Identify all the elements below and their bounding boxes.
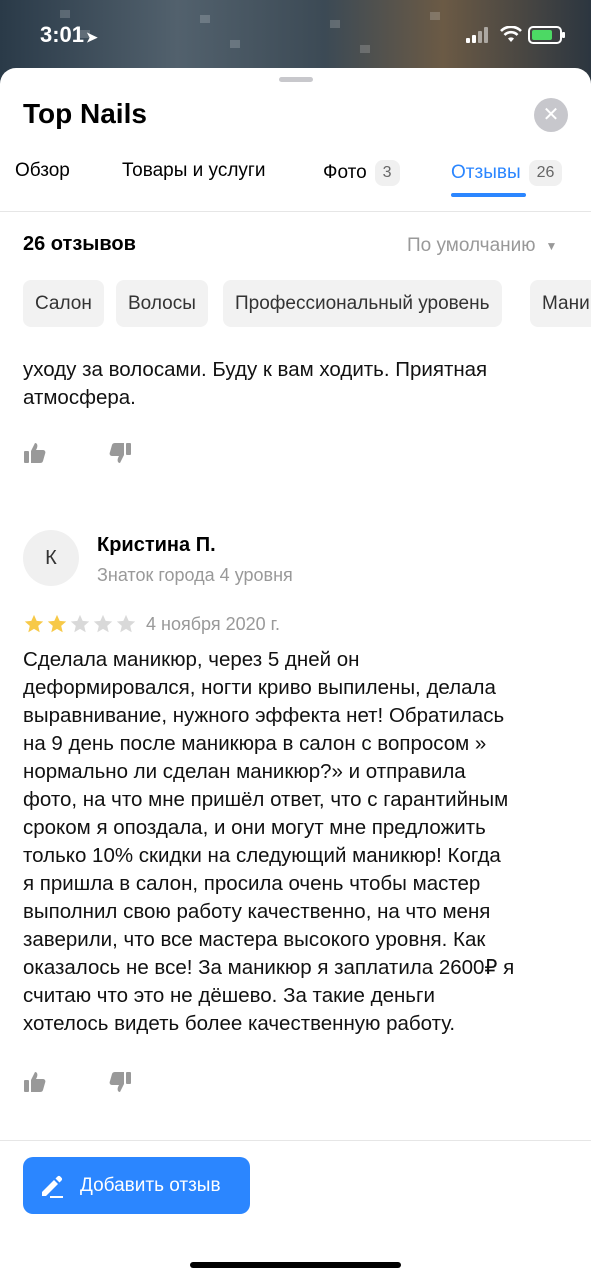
review-line: выравнивание, нужного эффекта нет! Обрат… <box>23 704 505 727</box>
star-empty-icon <box>70 614 90 633</box>
tab-overview[interactable]: Обзор <box>15 160 70 182</box>
author-level: Знаток города 4 уровня <box>97 565 293 585</box>
like-icon[interactable] <box>23 441 47 465</box>
tab-reviews[interactable]: Отзывы 26 <box>451 160 563 186</box>
prev-review-text: уходу за волосами. Буду к вам ходить. Пр… <box>23 356 568 412</box>
close-button[interactable]: ✕ <box>534 98 568 132</box>
review-line: деформировался, ногти криво выпилены, де… <box>23 676 496 699</box>
tab-goods-services[interactable]: Товары и услуги <box>122 160 265 182</box>
chevron-down-icon: ▼ <box>545 238 558 253</box>
wifi-icon <box>500 26 522 42</box>
tab-label: Обзор <box>15 160 70 181</box>
review-line: уходу за волосами. Буду к вам ходить. Пр… <box>23 358 488 381</box>
review-line: сроком я опоздала, и они могут мне предл… <box>23 816 486 839</box>
dislike-icon[interactable] <box>108 441 132 465</box>
review-author[interactable]: Кристина П. <box>97 534 216 557</box>
review-line: нормально ли сделан маникюр?» и отправил… <box>23 760 466 783</box>
review-line: считаю что это не дёшево. За такие деньг… <box>23 984 435 1007</box>
review-line: фото, на что мне пришёл ответ, что с гар… <box>23 788 509 811</box>
review-line: Сделала маникюр, через 5 дней он <box>23 648 360 671</box>
tab-label: Фото <box>323 162 367 183</box>
chip-professional-level[interactable]: Профессиональный уровень <box>223 280 502 327</box>
home-indicator[interactable] <box>190 1262 401 1268</box>
chip-hair[interactable]: Волосы <box>116 280 208 327</box>
add-review-label: Добавить отзыв <box>80 1174 221 1196</box>
tab-label: Товары и услуги <box>122 160 266 181</box>
review-date: 4 ноября 2020 г. <box>146 614 280 634</box>
review-line: я пришла в салон, просила очень чтобы ма… <box>23 872 481 895</box>
active-tab-indicator <box>451 193 526 197</box>
review-line: на 9 день после маникюра в салон с вопро… <box>23 732 487 755</box>
pencil-icon <box>42 1175 63 1198</box>
review-line: хотелось видеть более качественную работ… <box>23 1012 456 1035</box>
avatar[interactable]: К <box>23 530 79 586</box>
sheet-grabber[interactable] <box>279 77 313 82</box>
review-line: заверили, что все мастера высокого уровн… <box>23 928 486 951</box>
tab-photos[interactable]: Фото 3 <box>323 160 400 186</box>
like-icon[interactable] <box>23 1070 47 1094</box>
review-text: Сделала маникюр, через 5 дней он деформи… <box>23 646 568 1038</box>
place-sheet: Top Nails ✕ Обзор Товары и услуги Фото 3… <box>0 68 591 1280</box>
sort-label: По умолчанию <box>407 235 536 256</box>
tab-bar: Обзор Товары и услуги Фото 3 Отзывы 26 <box>0 156 591 212</box>
location-arrow-icon: ➤ <box>86 29 98 45</box>
review-line: атмосфера. <box>23 386 136 409</box>
status-time: 3:01 ➤ <box>40 22 98 47</box>
star-empty-icon <box>116 614 136 633</box>
tab-label: Отзывы <box>451 162 521 183</box>
dislike-icon[interactable] <box>108 1070 132 1094</box>
battery-icon <box>528 26 565 44</box>
tab-count-badge: 3 <box>374 160 400 186</box>
chip-salon[interactable]: Салон <box>23 280 104 327</box>
signal-icon <box>466 27 492 43</box>
review-line: оказалось не все! За маникюр я заплатила… <box>23 956 515 979</box>
page-title: Top Nails <box>23 98 147 129</box>
sort-dropdown[interactable]: По умолчанию ▼ <box>407 235 557 257</box>
star-filled-icon <box>24 614 44 633</box>
tab-count-badge: 26 <box>528 160 563 186</box>
star-filled-icon <box>47 614 67 633</box>
close-icon: ✕ <box>542 104 560 126</box>
divider <box>0 1140 591 1141</box>
review-line: только 10% скидки на следующий маникюр! … <box>23 844 501 867</box>
star-empty-icon <box>93 614 113 633</box>
status-bar: 3:01 ➤ <box>0 0 591 70</box>
reviews-count: 26 отзывов <box>23 233 136 255</box>
review-line: выполнил свою работу качественно, на что… <box>23 900 491 923</box>
add-review-button[interactable]: Добавить отзыв <box>23 1157 250 1214</box>
chip-manicure[interactable]: Мани <box>530 280 591 327</box>
